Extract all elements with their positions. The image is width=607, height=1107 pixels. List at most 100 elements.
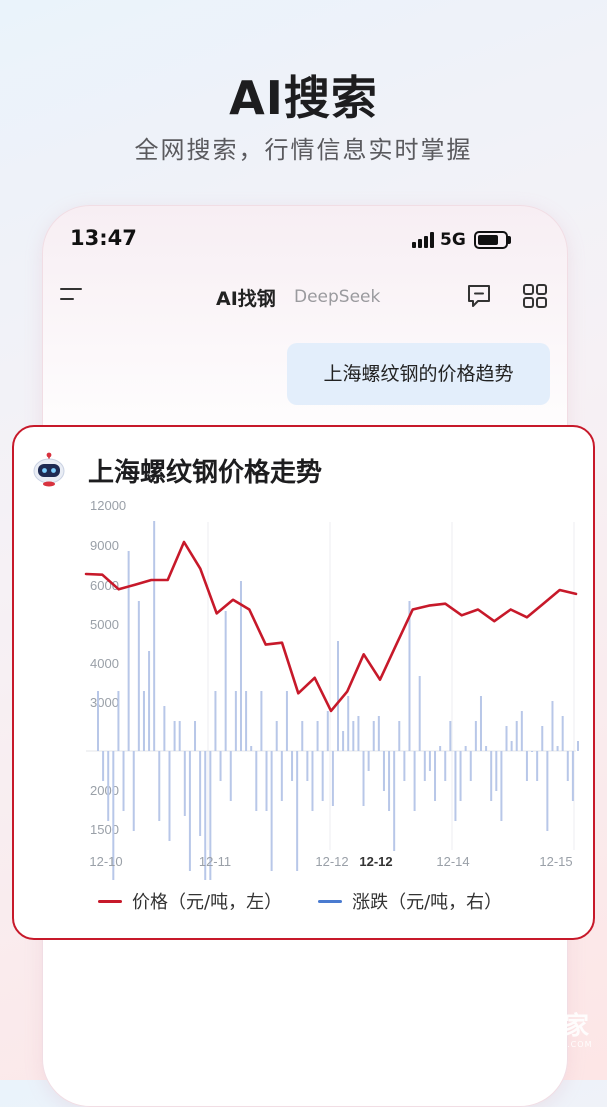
change-bar — [423, 751, 426, 781]
change-bar — [577, 741, 579, 751]
change-bar — [142, 691, 145, 751]
y-tick-label: 2000 — [90, 783, 119, 798]
change-bar — [454, 751, 457, 821]
signal-icon — [412, 232, 434, 248]
status-indicators: 5G — [412, 228, 511, 252]
change-bar — [239, 581, 242, 751]
change-bar — [439, 746, 442, 751]
y-tick-label: 9000 — [90, 538, 119, 553]
x-tick-label: 12-11 — [199, 854, 231, 869]
change-bar — [275, 721, 278, 751]
change-bar — [316, 721, 319, 751]
change-bar — [291, 751, 294, 781]
change-bar — [163, 706, 166, 751]
change-bar — [117, 691, 120, 751]
change-bar — [485, 746, 488, 751]
change-bar — [418, 676, 421, 751]
x-tick-label: 12-12 — [315, 854, 348, 869]
change-bar — [449, 721, 452, 751]
change-bar — [270, 751, 273, 871]
new-chat-icon[interactable] — [466, 283, 492, 309]
change-bar — [250, 746, 253, 751]
watermark: 硬件之家 YING JIAN ZHI JIA.COM — [437, 1008, 592, 1052]
price-line — [84, 540, 578, 713]
legend-price-label: 价格（元/吨，左） — [132, 892, 283, 913]
watermark-sub: YING JIAN ZHI JIA.COM — [483, 1039, 593, 1049]
change-bar — [122, 751, 125, 811]
robot-avatar-icon — [33, 452, 65, 487]
change-bar — [413, 751, 416, 811]
change-bar — [158, 751, 161, 821]
change-bar — [428, 751, 431, 771]
change-bar — [474, 721, 477, 751]
change-bar — [194, 721, 197, 751]
chart-legend: 价格（元/吨，左） 涨跌（元/吨，右） — [98, 888, 538, 914]
change-bar — [367, 751, 370, 771]
change-bar — [382, 751, 385, 791]
change-bar — [229, 751, 232, 801]
x-tick-label: 12-15 — [539, 854, 572, 869]
change-bar — [377, 716, 380, 751]
change-bar — [464, 746, 467, 751]
change-bar — [148, 651, 151, 751]
app-title: AI找钢 — [216, 288, 276, 310]
menu-icon[interactable] — [60, 286, 82, 306]
change-bar — [127, 551, 130, 751]
hero-title: AI搜索 — [229, 71, 378, 125]
battery-icon — [473, 231, 511, 249]
change-bar — [541, 726, 544, 751]
change-bar — [393, 751, 396, 851]
change-bar — [469, 751, 472, 781]
change-bar — [500, 751, 503, 821]
change-bar — [168, 751, 171, 841]
x-tick-label: 12-14 — [436, 854, 469, 869]
change-bar — [566, 751, 569, 781]
legend-change: 涨跌（元/吨，右） — [318, 888, 502, 914]
change-bar — [403, 751, 406, 781]
change-bar — [188, 751, 191, 871]
change-bar — [352, 721, 355, 751]
change-bar — [357, 716, 360, 751]
change-bar — [245, 691, 248, 751]
change-bar — [510, 741, 513, 751]
change-bar — [178, 721, 181, 751]
change-bar — [326, 711, 329, 751]
grid-icon[interactable] — [522, 283, 548, 309]
legend-change-label: 涨跌（元/吨，右） — [352, 892, 503, 913]
model-selector[interactable]: DeepSeek — [294, 287, 380, 307]
change-bar — [434, 751, 437, 801]
change-bar — [285, 691, 288, 751]
change-bar — [199, 751, 202, 836]
change-bar — [520, 711, 523, 751]
status-time: 13:47 — [70, 226, 137, 250]
change-bar — [505, 726, 508, 751]
change-bar — [546, 751, 549, 831]
legend-price-swatch — [98, 899, 122, 903]
change-bar — [219, 751, 222, 781]
change-bar — [444, 751, 447, 781]
y-tick-label: 5000 — [90, 617, 119, 632]
card-title: 上海螺纹钢价格走势 — [88, 458, 323, 488]
legend-price: 价格（元/吨，左） — [98, 888, 282, 914]
change-bar — [265, 751, 268, 811]
change-bar — [306, 751, 309, 781]
change-bar — [97, 691, 99, 751]
change-bar — [280, 751, 283, 801]
price-chart: 12000900060005000400030002000150012-10 12… — [84, 500, 579, 880]
y-tick-label: 1500 — [90, 822, 119, 837]
change-bar — [372, 721, 375, 751]
change-bar — [515, 721, 518, 751]
change-bar — [301, 721, 304, 751]
watermark-text: 硬件之家 — [483, 1010, 592, 1040]
change-bar — [331, 751, 334, 806]
change-bar — [495, 751, 498, 791]
change-bar — [571, 751, 574, 801]
change-bar — [337, 641, 339, 751]
y-tick-label: 4000 — [90, 656, 119, 671]
change-bar — [551, 701, 554, 751]
watermark-logo-icon — [438, 1008, 476, 1052]
hero-subtitle: 全网搜索，行情信息实时掌握 — [134, 136, 473, 164]
change-bar — [173, 721, 176, 751]
change-bar — [311, 751, 314, 811]
change-bar — [296, 751, 299, 871]
